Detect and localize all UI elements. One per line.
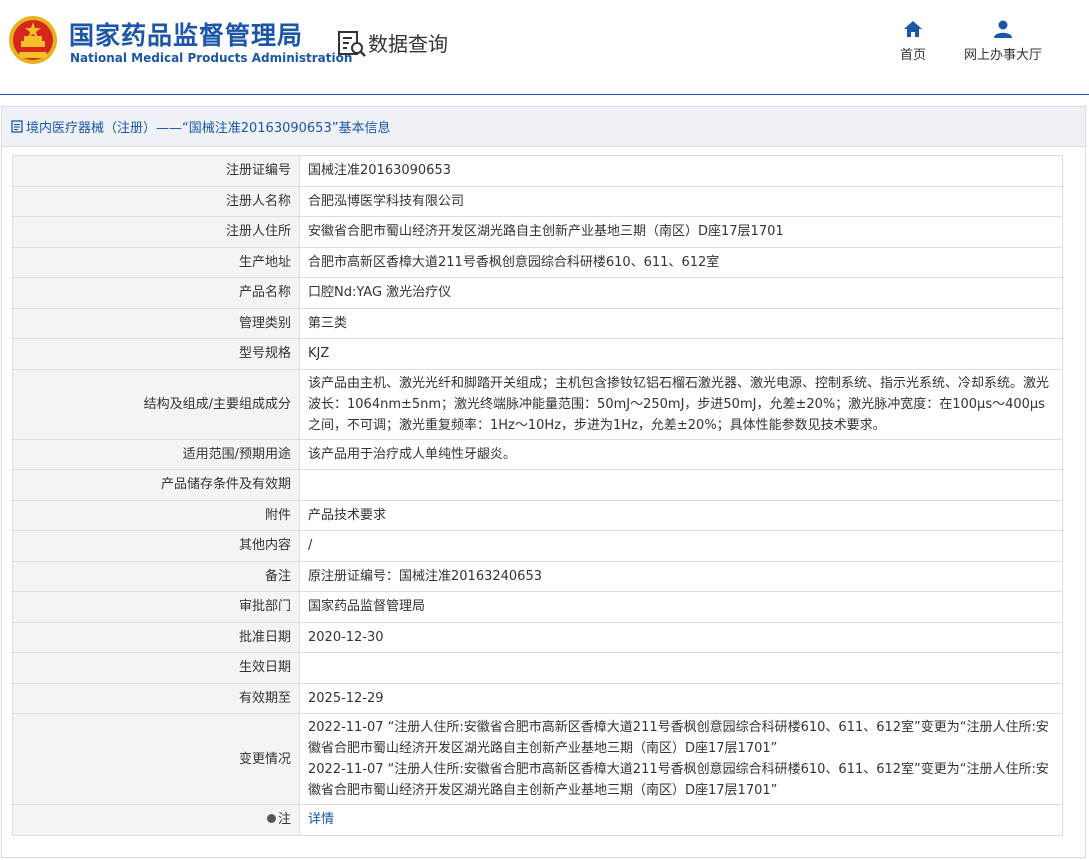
change-history: 2022-11-07 “注册人住所:安徽省合肥市高新区香樟大道211号香枫创意园… <box>299 713 1063 805</box>
nav-home[interactable]: 首页 <box>897 20 929 63</box>
table-row: 注册人名称 合肥泓博医学科技有限公司 <box>12 185 1063 217</box>
home-icon <box>904 21 922 37</box>
field-label: 型号规格 <box>12 338 300 370</box>
field-label: 附件 <box>12 499 300 531</box>
note-label: 注 <box>277 812 291 828</box>
table-row-changes: 变更情况 2022-11-07 “注册人住所:安徽省合肥市高新区香樟大道211号… <box>12 713 1063 805</box>
table-row: 有效期至 2025-12-29 <box>12 682 1063 714</box>
note-label-cell: 注 <box>12 804 300 836</box>
field-value: 国械注准20163090653 <box>299 155 1063 187</box>
nav-online-service-hall[interactable]: 网上办事大厅 <box>962 20 1044 63</box>
field-value: 安徽省合肥市蜀山经济开发区湖光路自主创新产业基地三期（南区）D座17层1701 <box>299 216 1063 248</box>
field-label: 备注 <box>12 560 300 592</box>
field-value: 合肥市高新区香樟大道211号香枫创意园综合科研楼610、611、612室 <box>299 246 1063 278</box>
note-value: 详情 <box>299 804 1063 836</box>
user-icon <box>994 20 1012 38</box>
table-row: 结构及组成/主要组成成分 该产品由主机、激光光纤和脚踏开关组成；主机包含掺钕钇铝石… <box>12 368 1063 440</box>
table-row: 生效日期 <box>12 652 1063 684</box>
field-value <box>299 469 1063 501</box>
field-label: 审批部门 <box>12 591 300 623</box>
panel-header: 境内医疗器械（注册）——“国械注准20163090653”基本信息 <box>2 107 1085 147</box>
field-label: 变更情况 <box>12 713 300 805</box>
field-label: 结构及组成/主要组成成分 <box>12 368 300 440</box>
panel-title: 境内医疗器械（注册）——“国械注准20163090653”基本信息 <box>26 121 391 136</box>
document-search-icon <box>338 31 366 57</box>
header-divider <box>0 94 1089 95</box>
field-label: 产品名称 <box>12 277 300 309</box>
field-label: 管理类别 <box>12 307 300 339</box>
field-value: 原注册证编号：国械注准20163240653 <box>299 560 1063 592</box>
table-row: 型号规格 KJZ <box>12 338 1063 370</box>
table-row: 注册证编号 国械注准20163090653 <box>12 155 1063 187</box>
field-value: 第三类 <box>299 307 1063 339</box>
table-row: 生产地址 合肥市高新区香樟大道211号香枫创意园综合科研楼610、611、612室 <box>12 246 1063 278</box>
table-row: 附件 产品技术要求 <box>12 499 1063 531</box>
table-row: 注册人住所 安徽省合肥市蜀山经济开发区湖光路自主创新产业基地三期（南区）D座17层… <box>12 216 1063 248</box>
national-emblem-icon <box>9 16 57 64</box>
table-row: 批准日期 2020-12-30 <box>12 621 1063 653</box>
table-row: 产品名称 口腔Nd:YAG 激光治疗仪 <box>12 277 1063 309</box>
org-name-en: National Medical Products Administration <box>70 51 353 65</box>
field-value: 2025-12-29 <box>299 682 1063 714</box>
table-row-note: 注 详情 <box>12 804 1063 836</box>
site-header: 国家药品监督管理局 National Medical Products Admi… <box>0 0 1089 94</box>
field-label: 产品储存条件及有效期 <box>12 469 300 501</box>
field-value <box>299 652 1063 684</box>
details-link[interactable]: 详情 <box>308 812 334 827</box>
table-row: 管理类别 第三类 <box>12 307 1063 339</box>
table-row: 其他内容 / <box>12 530 1063 562</box>
table-row: 审批部门 国家药品监督管理局 <box>12 591 1063 623</box>
table-row: 产品储存条件及有效期 <box>12 469 1063 501</box>
nav-home-label: 首页 <box>899 48 926 63</box>
field-value: KJZ <box>299 338 1063 370</box>
field-label: 生效日期 <box>12 652 300 684</box>
field-value: 该产品用于治疗成人单纯性牙龈炎。 <box>299 438 1063 470</box>
nav-hall-label: 网上办事大厅 <box>963 48 1042 63</box>
page-title: 数据查询 <box>368 32 448 56</box>
field-value: 国家药品监督管理局 <box>299 591 1063 623</box>
field-value: / <box>299 530 1063 562</box>
change-entry: 2022-11-07 “注册人住所:安徽省合肥市高新区香樟大道211号香枫创意园… <box>308 720 1049 756</box>
field-label: 批准日期 <box>12 621 300 653</box>
org-name-cn: 国家药品监督管理局 <box>69 21 304 50</box>
field-label: 注册人名称 <box>12 185 300 217</box>
field-value: 合肥泓博医学科技有限公司 <box>299 185 1063 217</box>
field-value: 该产品由主机、激光光纤和脚踏开关组成；主机包含掺钕钇铝石榴石激光器、激光电源、控… <box>299 368 1063 440</box>
field-label: 其他内容 <box>12 530 300 562</box>
field-label: 注册证编号 <box>12 155 300 187</box>
table-row: 备注 原注册证编号：国械注准20163240653 <box>12 560 1063 592</box>
field-label: 有效期至 <box>12 682 300 714</box>
table-row: 适用范围/预期用途 该产品用于治疗成人单纯性牙龈炎。 <box>12 438 1063 470</box>
field-value: 口腔Nd:YAG 激光治疗仪 <box>299 277 1063 309</box>
field-value: 2020-12-30 <box>299 621 1063 653</box>
bulb-icon <box>266 814 276 824</box>
document-icon <box>11 120 23 133</box>
change-entry: 2022-11-07 “注册人住所:安徽省合肥市高新区香樟大道211号香枫创意园… <box>308 762 1049 798</box>
field-label: 注册人住所 <box>12 216 300 248</box>
field-label: 适用范围/预期用途 <box>12 438 300 470</box>
registration-info-table: 注册证编号 国械注准20163090653 注册人名称 合肥泓博医学科技有限公司 注… <box>12 155 1063 836</box>
field-value: 产品技术要求 <box>299 499 1063 531</box>
field-label: 生产地址 <box>12 246 300 278</box>
detail-panel: 境内医疗器械（注册）——“国械注准20163090653”基本信息 注册证编号国… <box>1 106 1086 858</box>
